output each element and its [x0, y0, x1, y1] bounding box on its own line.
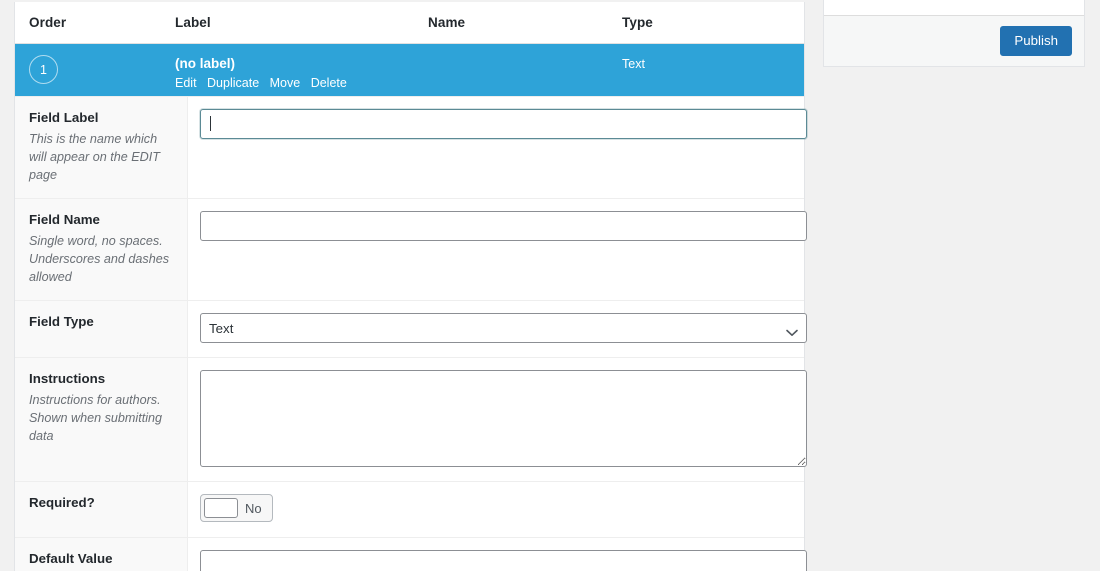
field-order-cell: 1 [15, 44, 175, 96]
setting-label-field-label: Field Label This is the name which will … [15, 97, 188, 198]
setting-value-field-label [188, 97, 821, 198]
required-toggle-knob [204, 498, 238, 518]
setting-label-default-value: Default Value [15, 538, 188, 571]
required-toggle-label: No [245, 500, 262, 516]
column-header-label: Label [175, 15, 211, 30]
column-header-type: Type [622, 15, 653, 30]
row-action-edit[interactable]: Edit [175, 76, 197, 90]
setting-title: Default Value [29, 551, 113, 566]
acf-field-group-editor: Order Label Name Type 1 (no label) Edit … [0, 0, 1100, 571]
setting-row-field-name: Field Name Single word, no spaces. Under… [15, 198, 807, 300]
field-label-input[interactable] [200, 109, 807, 139]
field-type-select-wrap: Text [200, 313, 807, 343]
setting-description: Instructions for authors. Shown when sub… [29, 393, 163, 443]
setting-row-field-type: Field Type Text [15, 300, 807, 357]
setting-label-instructions: Instructions Instructions for authors. S… [15, 358, 188, 481]
field-title[interactable]: (no label) [175, 55, 428, 72]
setting-label-field-name: Field Name Single word, no spaces. Under… [15, 199, 188, 300]
field-type-select[interactable]: Text [200, 313, 807, 343]
setting-title: Field Name [29, 212, 100, 227]
setting-title: Field Type [29, 314, 94, 329]
setting-value-required: No [188, 482, 804, 537]
field-order-badge[interactable]: 1 [29, 55, 58, 84]
setting-row-instructions: Instructions Instructions for authors. S… [15, 357, 807, 481]
setting-value-default-value [188, 538, 821, 571]
publish-button[interactable]: Publish [1000, 26, 1072, 56]
setting-value-field-name [188, 199, 821, 300]
row-action-duplicate[interactable]: Duplicate [207, 76, 259, 90]
setting-row-field-label: Field Label This is the name which will … [15, 96, 807, 198]
field-name-input[interactable] [200, 211, 807, 241]
setting-row-default-value: Default Value [15, 537, 807, 571]
field-label-cell: (no label) Edit Duplicate Move Delete [175, 44, 428, 96]
field-type-selected-value: Text [209, 320, 234, 336]
fields-table-header: Order Label Name Type [15, 2, 804, 44]
row-action-delete[interactable]: Delete [311, 76, 347, 90]
text-cursor [210, 116, 211, 131]
fields-panel: Order Label Name Type 1 (no label) Edit … [14, 2, 807, 571]
setting-description: Single word, no spaces. Underscores and … [29, 234, 170, 284]
setting-title: Instructions [29, 371, 106, 386]
setting-value-instructions [188, 358, 821, 481]
required-toggle[interactable]: No [200, 494, 273, 522]
publish-panel: Status: Active Edit [823, 0, 1085, 67]
publish-actions: Publish [824, 15, 1084, 66]
column-header-order: Order [29, 15, 67, 30]
setting-label-field-type: Field Type [15, 301, 188, 357]
publish-misc-actions: Status: Active Edit [824, 0, 1084, 15]
publish-schedule-row: Publish immediately [836, 0, 1072, 5]
row-actions: Edit Duplicate Move Delete [175, 75, 428, 91]
setting-label-required: Required? [15, 482, 188, 537]
field-type-cell: Text [622, 57, 645, 71]
field-name-cell [428, 44, 622, 96]
setting-description: This is the name which will appear on th… [29, 132, 160, 182]
default-value-input[interactable] [200, 550, 807, 571]
table-row[interactable]: 1 (no label) Edit Duplicate Move Delete … [15, 44, 804, 96]
column-header-name: Name [428, 15, 466, 30]
setting-title: Required? [29, 495, 95, 510]
setting-value-field-type: Text [188, 301, 821, 357]
instructions-textarea[interactable] [200, 370, 807, 467]
publish-schedule-text: Publish immediately [863, 0, 986, 2]
setting-title: Field Label [29, 110, 99, 125]
row-action-move[interactable]: Move [270, 76, 301, 90]
setting-row-required: Required? No [15, 481, 804, 537]
